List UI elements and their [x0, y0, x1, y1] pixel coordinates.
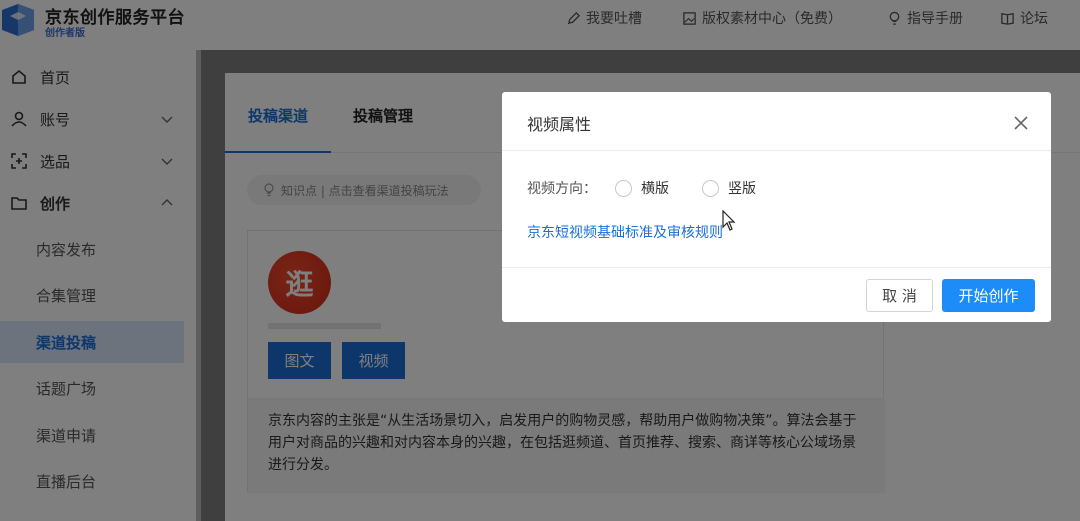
modal-footer-divider: [502, 267, 1051, 268]
rules-link[interactable]: 京东短视频基础标准及审核规则: [527, 222, 723, 242]
radio-landscape-label[interactable]: 横版: [641, 178, 669, 198]
cancel-button[interactable]: 取 消: [866, 279, 933, 312]
mouse-cursor-icon: [722, 210, 736, 231]
modal-header-divider: [502, 150, 1051, 151]
start-creating-button[interactable]: 开始创作: [942, 279, 1035, 312]
video-properties-dialog: 视频属性 视频方向： 横版 竖版 京东短视频基础标准及审核规则 取 消 开始创作: [502, 92, 1051, 322]
orientation-label: 视频方向：: [527, 181, 597, 197]
radio-landscape[interactable]: [615, 180, 632, 197]
radio-portrait-label[interactable]: 竖版: [728, 178, 756, 198]
modal-title: 视频属性: [527, 115, 592, 134]
close-icon[interactable]: [1012, 114, 1030, 132]
radio-portrait[interactable]: [702, 180, 719, 197]
